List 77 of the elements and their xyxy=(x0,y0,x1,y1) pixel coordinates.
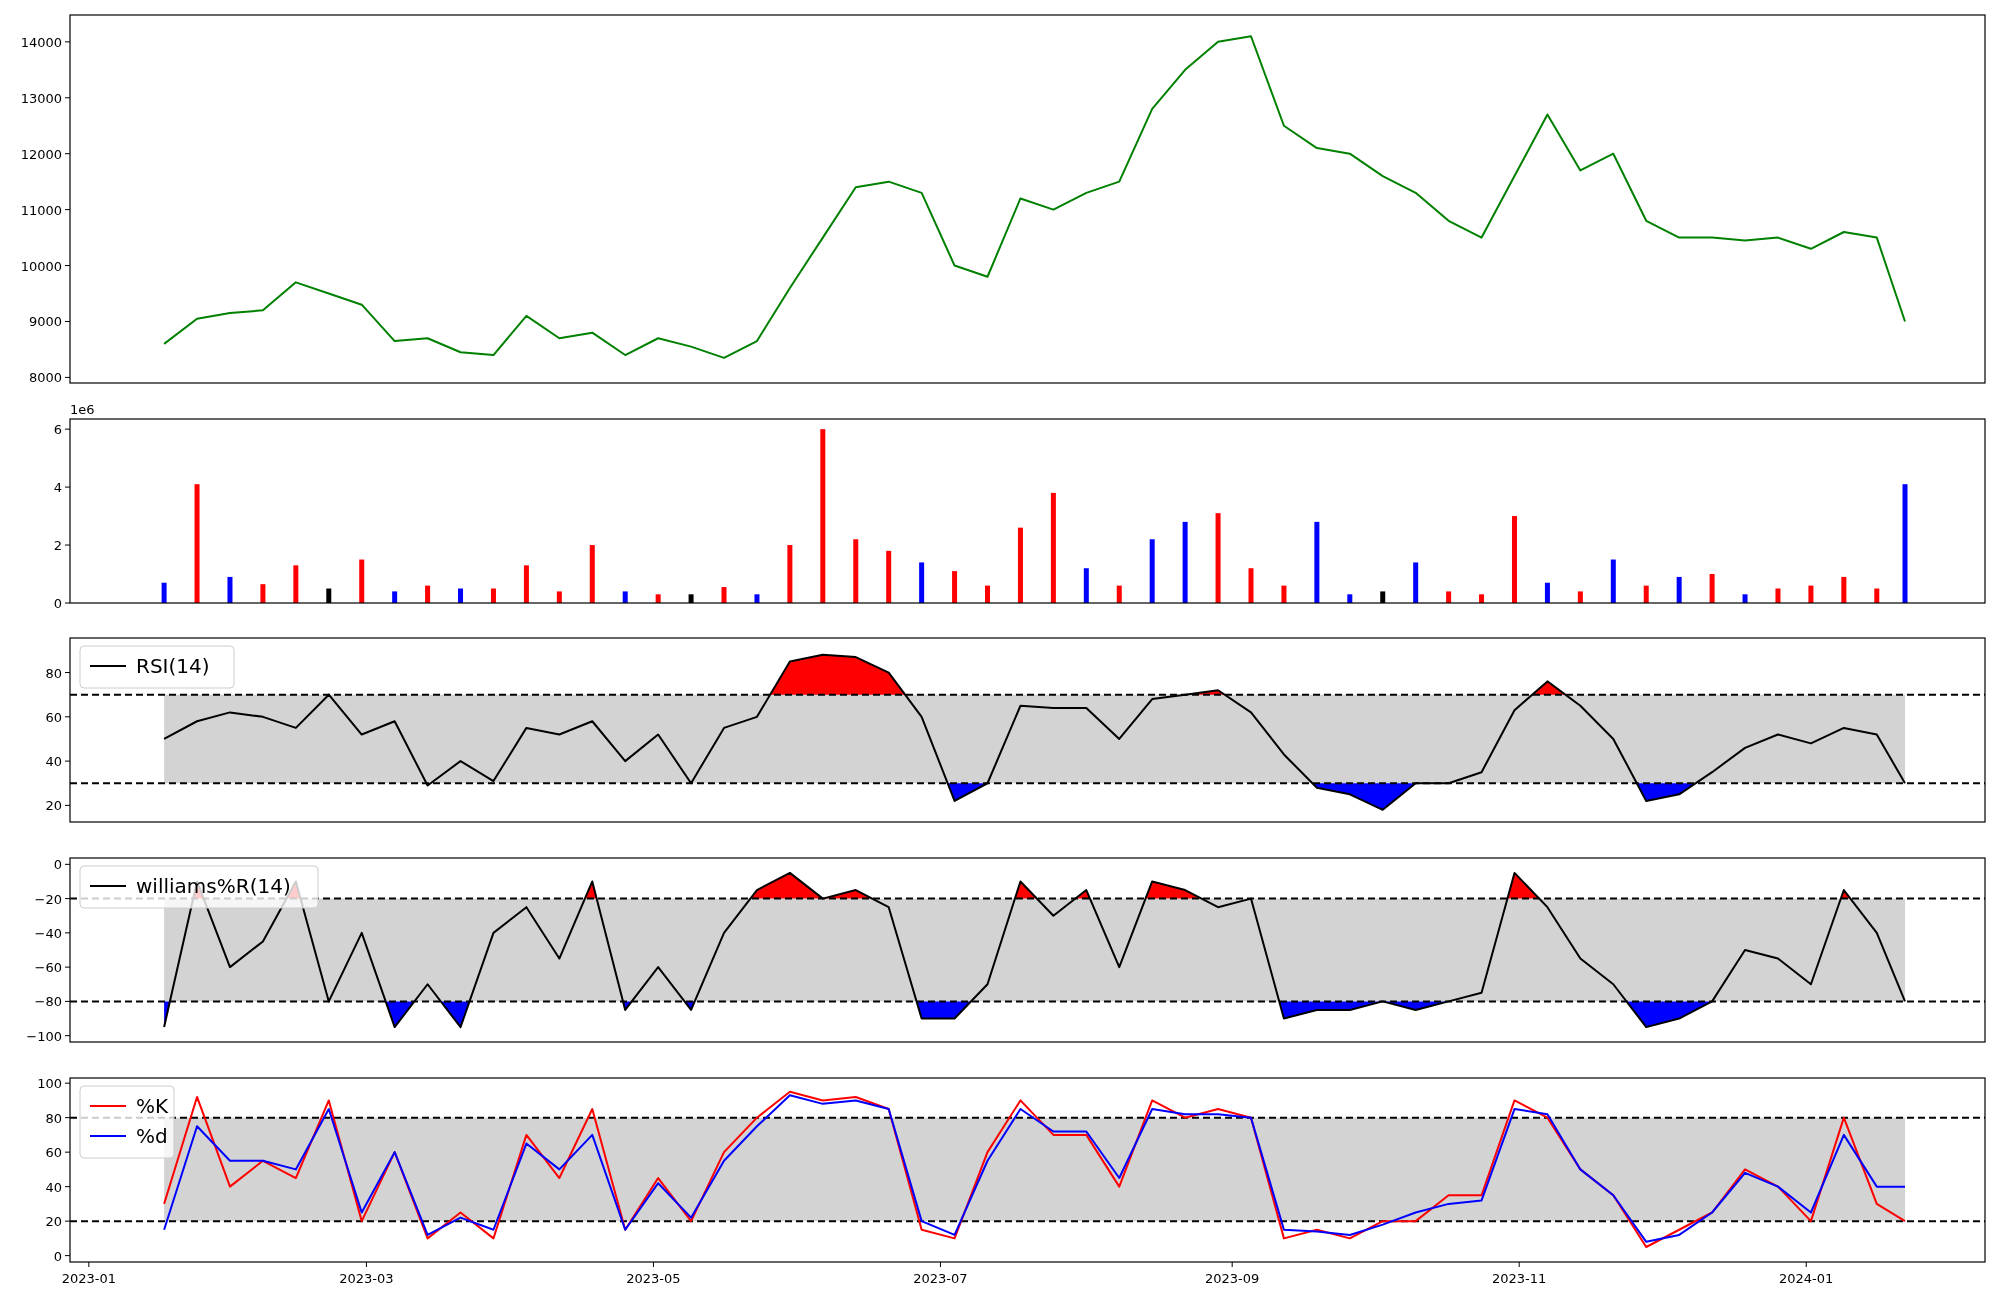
legend-label: %K xyxy=(136,1094,169,1118)
legend-line-icon xyxy=(89,665,127,667)
tick-label: 2023-03 xyxy=(339,1271,394,1286)
tick-label: 9000 xyxy=(28,314,62,330)
tick-label: 14000 xyxy=(20,34,62,50)
tick-label: 40 xyxy=(45,754,62,770)
tick-mark xyxy=(64,1255,71,1257)
tick-mark xyxy=(64,376,71,378)
tick-mark xyxy=(64,544,71,546)
tick-mark xyxy=(1518,1261,1520,1268)
tick-mark xyxy=(64,932,71,934)
tick-mark xyxy=(64,760,71,762)
tick-mark xyxy=(652,1261,654,1268)
legend-label: RSI(14) xyxy=(136,654,210,678)
tick-mark xyxy=(64,804,71,806)
tick-mark xyxy=(64,265,71,267)
tick-label: 11000 xyxy=(20,202,62,218)
tick-mark xyxy=(64,1117,71,1119)
legend-label: williams%R(14) xyxy=(136,874,291,898)
tick-mark xyxy=(64,153,71,155)
tick-label: 13000 xyxy=(20,90,62,106)
tick-label: −100 xyxy=(26,1028,62,1044)
tick-label: −20 xyxy=(34,891,62,907)
tick-mark xyxy=(64,1186,71,1188)
tick-mark xyxy=(64,321,71,322)
tick-mark xyxy=(64,898,71,900)
tick-label: 2023-05 xyxy=(626,1271,681,1286)
tick-label: 12000 xyxy=(20,146,62,162)
tick-mark xyxy=(365,1261,367,1268)
tick-mark xyxy=(64,716,71,718)
legend-line-icon xyxy=(89,885,127,887)
tick-mark xyxy=(64,602,71,604)
legend-label: %d xyxy=(136,1124,168,1148)
tick-mark xyxy=(64,672,71,674)
tick-mark xyxy=(64,1220,71,1222)
legend-line-icon xyxy=(89,1135,127,1137)
axis-offset-label: 1e6 xyxy=(70,402,95,417)
tick-label: 0 xyxy=(53,596,62,611)
tick-label: 80 xyxy=(45,665,62,681)
tick-label: 20 xyxy=(45,1214,62,1230)
tick-mark xyxy=(64,1151,71,1153)
tick-label: 2023-01 xyxy=(61,1271,116,1286)
tick-mark xyxy=(1231,1261,1233,1268)
tick-mark xyxy=(64,1000,71,1002)
tick-label: 2023-11 xyxy=(1492,1271,1547,1286)
tick-label: −80 xyxy=(34,994,62,1010)
tick-mark xyxy=(64,486,71,488)
tick-label: 8000 xyxy=(28,370,62,386)
tick-mark xyxy=(939,1261,941,1268)
tick-label: 0 xyxy=(53,1248,62,1264)
tick-label: 60 xyxy=(45,1145,62,1161)
tick-label: 2 xyxy=(53,538,62,554)
tick-mark xyxy=(64,428,71,430)
tick-label: 0 xyxy=(53,857,62,873)
tick-mark xyxy=(1805,1261,1807,1268)
tick-label: 10000 xyxy=(20,258,62,274)
tick-label: 40 xyxy=(45,1179,62,1195)
tick-mark xyxy=(64,863,71,865)
tick-mark xyxy=(64,966,71,968)
tick-mark xyxy=(64,41,71,43)
tick-mark xyxy=(64,97,71,99)
tick-label: 4 xyxy=(53,480,62,496)
legend-line-icon xyxy=(89,1105,127,1107)
tick-label: 2023-07 xyxy=(913,1271,968,1286)
tick-label: 60 xyxy=(45,709,62,725)
tick-mark xyxy=(88,1261,90,1268)
tick-label: 100 xyxy=(37,1076,62,1092)
tick-label: −40 xyxy=(34,925,62,941)
tick-mark xyxy=(64,1035,71,1037)
tick-mark xyxy=(64,1082,71,1084)
tick-mark xyxy=(64,209,71,211)
tick-label: 80 xyxy=(45,1110,62,1126)
tick-label: 20 xyxy=(45,798,62,814)
tick-label: 2023-09 xyxy=(1205,1271,1260,1286)
tick-label: 2024-01 xyxy=(1779,1271,1834,1286)
tick-label: −60 xyxy=(34,960,62,976)
tick-label: 6 xyxy=(53,422,62,438)
